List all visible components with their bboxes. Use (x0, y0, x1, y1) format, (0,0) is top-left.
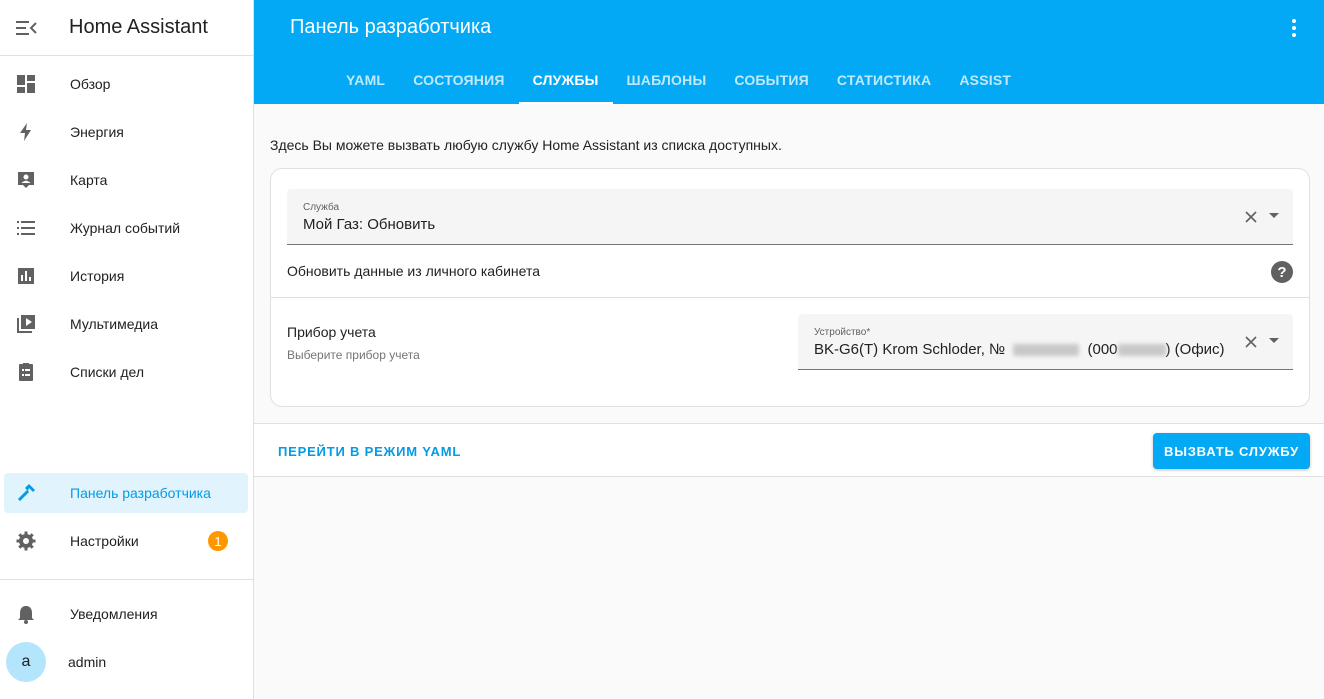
sidebar-item-notifications[interactable]: Уведомления (4, 594, 248, 634)
sidebar-item-overview[interactable]: Обзор (4, 64, 248, 104)
page-title: Панель разработчика (290, 16, 492, 38)
device-field-label: Устройство* (814, 327, 871, 338)
hammer-icon (4, 483, 48, 503)
clipboard-list-icon (4, 362, 48, 382)
sidebar-item-label: Уведомления (70, 606, 158, 622)
sidebar-item-label: Мультимедиа (70, 316, 158, 332)
tab-statistics[interactable]: СТАТИСТИКА (823, 56, 946, 104)
sidebar-item-label: Обзор (70, 76, 111, 92)
dropdown-arrow-icon[interactable] (1269, 338, 1279, 343)
sidebar-item-label: История (70, 268, 125, 284)
sidebar-item-developer-tools[interactable]: Панель разработчика (4, 473, 248, 513)
sidebar-item-label: admin (68, 654, 107, 670)
tab-templates[interactable]: ШАБЛОНЫ (613, 56, 721, 104)
avatar: a (6, 642, 46, 682)
service-description: Обновить данные из личного кабинета (287, 263, 540, 279)
main-content: Здесь Вы можете вызвать любую службу Hom… (254, 104, 1324, 699)
sidebar-item-label: Карта (70, 172, 108, 188)
dashboard-icon (4, 74, 48, 94)
sidebar-header: Home Assistant (0, 0, 253, 56)
sidebar-item-logbook[interactable]: Журнал событий (4, 208, 248, 248)
sidebar-item-label: Настройки (70, 533, 139, 549)
yaml-mode-button[interactable]: ПЕРЕЙТИ В РЕЖИМ YAML (278, 444, 461, 459)
service-field-label: Служба (303, 202, 340, 213)
device-select[interactable]: Устройство* BK-G6(T) Krom Schloder, № (0… (798, 314, 1293, 370)
tab-events[interactable]: СОБЫТИЯ (720, 56, 823, 104)
action-bar: ПЕРЕЙТИ В РЕЖИМ YAML ВЫЗВАТЬ СЛУЖБУ (254, 423, 1324, 477)
sidebar-item-settings[interactable]: Настройки 1 (4, 521, 248, 561)
device-value-mid: (000 (1087, 341, 1118, 358)
device-value-start: BK-G6(T) Krom Schloder, № (814, 341, 1006, 358)
tab-states[interactable]: СОСТОЯНИЯ (399, 56, 518, 104)
param-description: Выберите прибор учета (287, 348, 420, 362)
sidebar-divider (0, 579, 253, 580)
service-card: Служба Мой Газ: Обновить Обновить данные… (270, 168, 1310, 407)
sidebar-item-energy[interactable]: Энергия (4, 112, 248, 152)
sidebar-item-label: Панель разработчика (70, 485, 211, 501)
sidebar: Home Assistant Обзор Энергия Карта Журна… (0, 0, 254, 699)
device-field-value: BK-G6(T) Krom Schloder, № (000 ) (Офис) (814, 341, 1225, 358)
clear-icon[interactable] (1243, 209, 1259, 225)
more-vertical-icon (1292, 19, 1296, 37)
sidebar-item-history[interactable]: История (4, 256, 248, 296)
dropdown-arrow-icon[interactable] (1269, 213, 1279, 218)
page-description: Здесь Вы можете вызвать любую службу Hom… (270, 137, 782, 153)
param-name: Прибор учета (287, 324, 376, 340)
lightning-icon (4, 122, 48, 142)
redacted-account (1117, 344, 1166, 357)
sidebar-item-map[interactable]: Карта (4, 160, 248, 200)
sidebar-item-label: Энергия (70, 124, 124, 140)
help-icon[interactable]: ? (1271, 261, 1293, 283)
menu-open-icon (16, 20, 37, 35)
sidebar-item-profile[interactable]: a admin (4, 642, 248, 682)
more-options-button[interactable] (1282, 16, 1306, 40)
clear-icon[interactable] (1243, 334, 1259, 350)
sidebar-item-todo[interactable]: Списки дел (4, 352, 248, 392)
list-icon (4, 218, 48, 238)
notification-badge: 1 (208, 531, 228, 551)
tab-bar: YAML СОСТОЯНИЯ СЛУЖБЫ ШАБЛОНЫ СОБЫТИЯ СТ… (332, 56, 1025, 104)
gear-icon (4, 531, 48, 551)
service-select[interactable]: Служба Мой Газ: Обновить (287, 189, 1293, 245)
app-header: Панель разработчика YAML СОСТОЯНИЯ СЛУЖБ… (254, 0, 1324, 104)
sidebar-item-label: Журнал событий (70, 220, 181, 236)
map-account-icon (4, 170, 48, 190)
tab-services[interactable]: СЛУЖБЫ (518, 56, 613, 104)
tab-yaml[interactable]: YAML (332, 56, 399, 104)
device-value-end: ) (Офис) (1165, 341, 1225, 358)
menu-collapse-button[interactable] (0, 0, 54, 56)
sidebar-title: Home Assistant (69, 16, 208, 38)
call-service-button[interactable]: ВЫЗВАТЬ СЛУЖБУ (1153, 433, 1310, 469)
card-divider (271, 297, 1309, 298)
sidebar-item-media[interactable]: Мультимедиа (4, 304, 248, 344)
play-box-icon (4, 314, 48, 334)
bell-icon (4, 604, 48, 624)
chart-bar-icon (4, 266, 48, 286)
tab-assist[interactable]: ASSIST (945, 56, 1025, 104)
redacted-serial (1013, 344, 1080, 357)
service-field-value: Мой Газ: Обновить (303, 216, 436, 233)
sidebar-item-label: Списки дел (70, 364, 145, 380)
